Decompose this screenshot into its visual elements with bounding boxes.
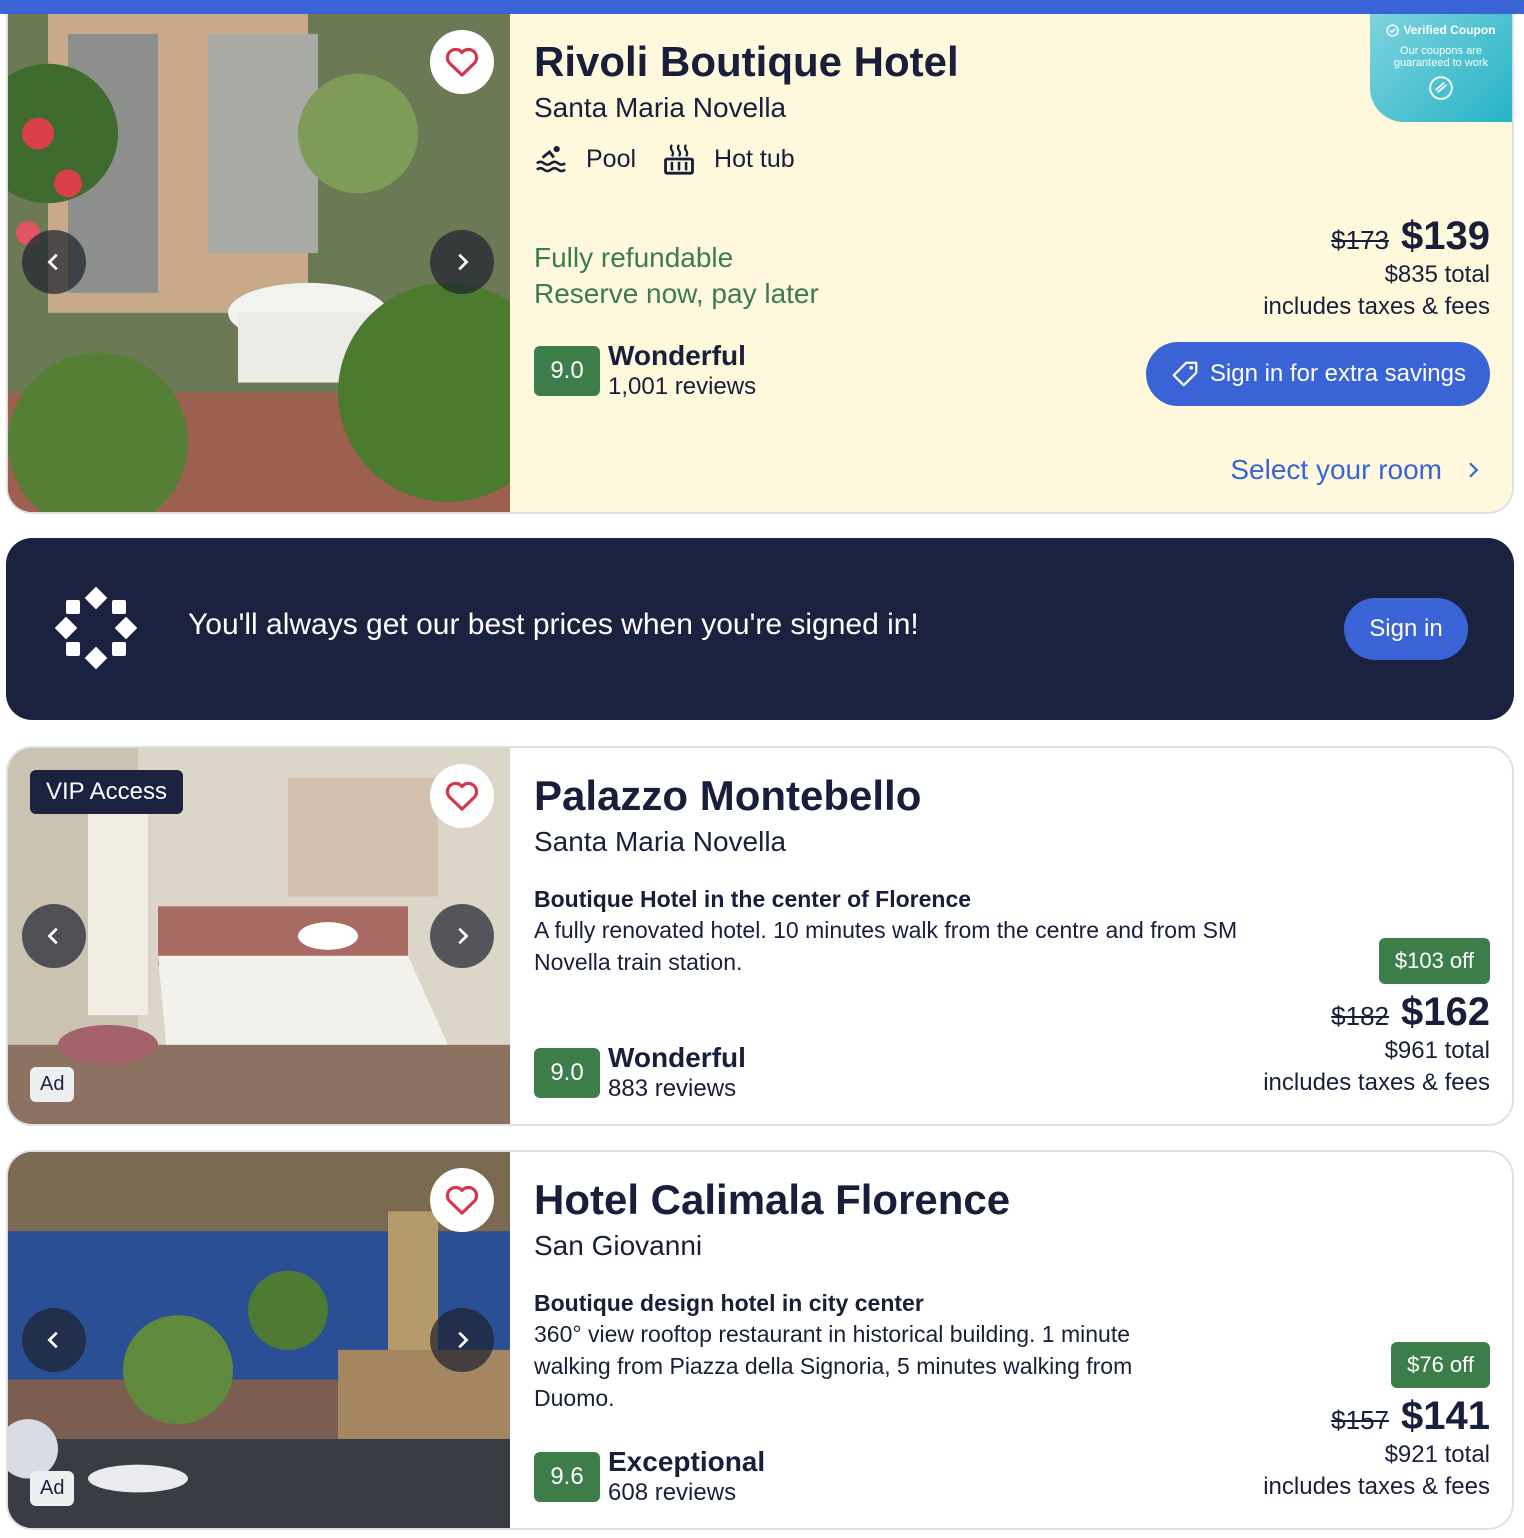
- heart-icon: [445, 1185, 479, 1215]
- guest-rating: 9.0 Wonderful 883 reviews: [534, 1042, 746, 1104]
- coupon-title-row: Verified Coupon: [1370, 23, 1512, 37]
- amenity-label: Pool: [586, 144, 637, 173]
- price-summary: $173 $139 $835 total includes taxes & fe…: [1263, 214, 1490, 323]
- hotel-name[interactable]: Palazzo Montebello: [534, 772, 921, 820]
- coupon-title: Verified Coupon: [1403, 23, 1496, 37]
- guest-rating: 9.6 Exceptional 608 reviews: [534, 1446, 765, 1508]
- favorite-button[interactable]: [430, 764, 494, 828]
- hotel-photo[interactable]: VIP Access Ad: [8, 748, 510, 1124]
- original-price: $157: [1331, 1405, 1390, 1435]
- chevron-left-icon: [47, 927, 58, 945]
- amenity-hot-tub: Hot tub: [662, 142, 795, 176]
- next-photo-button[interactable]: [430, 1308, 494, 1372]
- banner-message: You'll always get our best prices when y…: [188, 608, 919, 641]
- previous-photo-button[interactable]: [22, 230, 86, 294]
- pool-icon: [536, 145, 566, 173]
- hotel-card-rivoli[interactable]: Rivoli Boutique Hotel Santa Maria Novell…: [6, 14, 1514, 514]
- hotel-neighborhood: Santa Maria Novella: [534, 92, 787, 123]
- top-accent-bar: [0, 0, 1524, 14]
- amenity-pool: Pool: [534, 142, 636, 176]
- next-photo-button[interactable]: [430, 230, 494, 294]
- sign-in-banner: You'll always get our best prices when y…: [6, 538, 1514, 720]
- coupon-text: Our coupons are guaranteed to work: [1393, 45, 1489, 69]
- hotel-name[interactable]: Rivoli Boutique Hotel: [534, 38, 959, 86]
- hotel-card-palazzo-montebello[interactable]: VIP Access Ad Palazzo Montebello Santa M…: [6, 746, 1514, 1126]
- sign-in-savings-button[interactable]: Sign in for extra savings: [1145, 342, 1490, 406]
- verified-coupon-badge[interactable]: Verified Coupon Our coupons are guarante…: [1370, 14, 1512, 122]
- chevron-left-icon: [47, 253, 58, 271]
- price-summary: $103 off $182 $162 $961 total includes t…: [1263, 938, 1490, 1099]
- review-count: 608 reviews: [608, 1479, 737, 1506]
- hot-tub-icon: [664, 144, 694, 175]
- current-price: $139: [1401, 214, 1490, 258]
- vip-access-badge: VIP Access: [30, 770, 183, 814]
- hotel-neighborhood: San Giovanni: [534, 1230, 703, 1261]
- banner-sign-in-button[interactable]: Sign in: [1344, 598, 1468, 660]
- rating-label: Wonderful: [608, 1042, 746, 1073]
- heart-icon: [445, 781, 479, 811]
- chevron-right-icon: [458, 1331, 469, 1349]
- current-price: $141: [1401, 1394, 1490, 1438]
- description-text: 360° view rooftop restaurant in historic…: [534, 1321, 1133, 1411]
- amenities-list: Pool Hot tub: [534, 142, 821, 176]
- refundable-text: Fully refundable: [534, 242, 734, 273]
- ad-badge: Ad: [30, 1067, 75, 1102]
- previous-photo-button[interactable]: [22, 904, 86, 968]
- tag-icon: [1172, 361, 1198, 387]
- hotel-name[interactable]: Hotel Calimala Florence: [534, 1176, 1010, 1224]
- loyalty-icon: [54, 586, 138, 670]
- rating-score: 9.6: [534, 1452, 600, 1502]
- original-price: $173: [1331, 225, 1390, 255]
- hotel-photo[interactable]: [8, 14, 510, 512]
- review-count: 1,001 reviews: [608, 373, 757, 400]
- description-text: A fully renovated hotel. 10 minutes walk…: [534, 917, 1238, 975]
- discount-badge: $103 off: [1378, 938, 1490, 984]
- pay-later-text: Reserve now, pay later: [534, 278, 819, 309]
- amenity-label: Hot tub: [714, 144, 795, 173]
- previous-photo-button[interactable]: [22, 1308, 86, 1372]
- chevron-right-icon: [1469, 462, 1479, 478]
- chevron-left-icon: [47, 1331, 58, 1349]
- total-price: $961 total: [1384, 1037, 1490, 1064]
- description-title: Boutique design hotel in city center: [534, 1290, 924, 1316]
- original-price: $182: [1331, 1001, 1390, 1031]
- heart-icon: [445, 47, 479, 77]
- hotel-neighborhood: Santa Maria Novella: [534, 826, 787, 857]
- rating-label: Wonderful: [608, 340, 746, 371]
- chevron-right-icon: [458, 927, 469, 945]
- description-title: Boutique Hotel in the center of Florence: [534, 886, 972, 912]
- select-room-label: Select your room: [1230, 454, 1442, 485]
- rating-label: Exceptional: [608, 1446, 766, 1477]
- check-circle-icon: [1386, 23, 1400, 37]
- select-room-link[interactable]: Select your room: [1230, 454, 1482, 486]
- coupon-seal-icon: [1429, 76, 1453, 100]
- rating-score: 9.0: [534, 346, 600, 396]
- hotel-photo[interactable]: Ad: [8, 1152, 510, 1528]
- next-photo-button[interactable]: [430, 904, 494, 968]
- taxes-note: includes taxes & fees: [1263, 293, 1490, 320]
- discount-badge: $76 off: [1391, 1342, 1490, 1388]
- review-count: 883 reviews: [608, 1075, 737, 1102]
- total-price: $921 total: [1384, 1441, 1490, 1468]
- ad-badge: Ad: [30, 1471, 75, 1506]
- favorite-button[interactable]: [430, 1168, 494, 1232]
- guest-rating: 9.0 Wonderful 1,001 reviews: [534, 340, 756, 402]
- hotel-card-calimala[interactable]: Ad Hotel Calimala Florence San Giovanni …: [6, 1150, 1514, 1530]
- sign-in-savings-label: Sign in for extra savings: [1209, 360, 1466, 387]
- taxes-note: includes taxes & fees: [1263, 1069, 1490, 1096]
- current-price: $162: [1401, 990, 1490, 1034]
- taxes-note: includes taxes & fees: [1263, 1473, 1490, 1500]
- price-summary: $76 off $157 $141 $921 total includes ta…: [1263, 1342, 1490, 1503]
- rating-score: 9.0: [534, 1048, 600, 1098]
- favorite-button[interactable]: [430, 30, 494, 94]
- total-price: $835 total: [1384, 261, 1490, 288]
- chevron-right-icon: [458, 253, 469, 271]
